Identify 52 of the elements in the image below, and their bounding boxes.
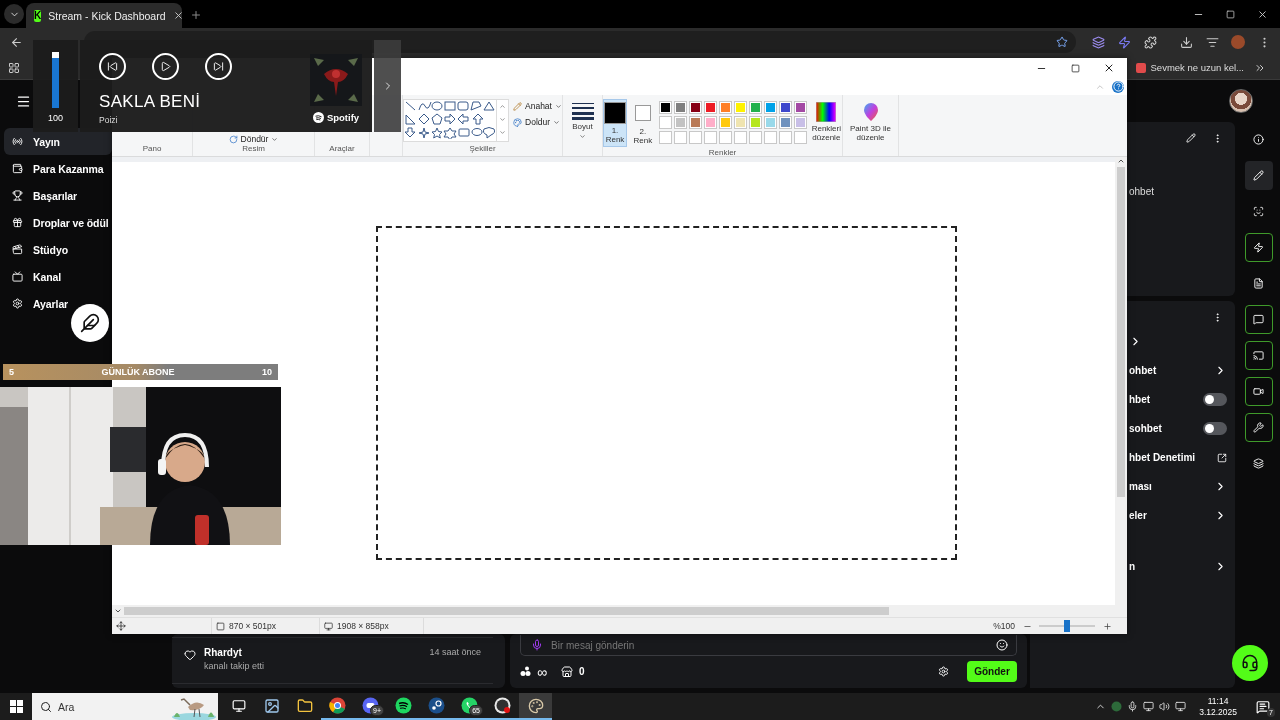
rotate-button[interactable]: Döndür [228,134,279,144]
outline-button[interactable]: Anahat [513,101,562,111]
search-field[interactable]: Ara [32,693,218,720]
sidebar-item[interactable]: Stüdyo [4,236,112,263]
setting-label: hbet [1129,394,1151,405]
group-label: Renkler [707,148,738,158]
settings-row[interactable]: eler [1129,501,1227,530]
group-label: Pano [141,144,163,155]
bookmark-link[interactable]: Sevmek ne uzun kel... [1135,62,1244,73]
selection-size: 870 × 501px [229,621,277,631]
goal-current: 5 [8,367,15,377]
edit-colors-button[interactable]: Renkleri düzenle [810,99,842,145]
paint3d-button[interactable]: Paint 3D ile düzenle [844,99,897,145]
goal-label: GÜNLÜK ABONE [100,367,176,377]
volume-reading: 100 [48,113,63,123]
image-size: 1908 × 858px [337,621,389,631]
group-label: Araçlar [328,144,356,155]
settings-row[interactable]: ohbet [1129,356,1227,385]
group-label: Şekiller [468,144,497,155]
color-slot-button[interactable]: 1. Renk [603,99,627,147]
group-label: Resim [241,144,266,155]
tab-title: Stream - Kick Dashboard [48,9,166,22]
settings-row[interactable]: hbet Denetimi [1129,443,1227,472]
send-button[interactable]: Gönder [967,661,1017,682]
sidebar-item[interactable]: Para Kazanma [4,155,112,182]
spotify-logo: Spotify [312,112,360,123]
settings-row[interactable]: ması [1129,472,1227,501]
zoom-level: %100 [993,621,1015,631]
sidebar-item[interactable]: Droplar ve ödül [4,209,112,236]
setting-label: sohbet [1129,423,1162,434]
sidebar-item[interactable]: Yayın [4,128,112,155]
activity-text: kanalı takip etti [204,661,266,671]
settings-row[interactable]: n [1129,552,1227,581]
store-count: 0 [579,666,585,677]
chat-input[interactable]: Bir mesaj gönderin [520,635,1017,656]
sidebar-item[interactable]: Başarılar [4,182,112,209]
sidebar-item[interactable]: Ayarlar [4,290,112,317]
points-count: ∞ [537,663,547,680]
song-title: SAKLA BENİ [99,92,202,112]
sidebar-item[interactable]: Kanal [4,263,112,290]
artist-name: Poizi [99,115,119,125]
color-slot-button[interactable]: 2. Renk [631,99,655,148]
size-button[interactable]: Boyut [565,99,600,143]
follower-name: Rhardyt [204,647,243,658]
clock-time: 11:14 [1207,695,1229,707]
goal-target: 10 [261,367,273,377]
fill-button[interactable]: Doldur [513,117,562,127]
browser-tab[interactable]: K Stream - Kick Dashboard [26,3,182,28]
kick-logo: K [34,9,42,22]
activity-time: 14 saat önce [429,647,481,657]
panel-text: ohbet [1129,186,1156,197]
clock-date: 3.12.2025 [1199,706,1237,718]
